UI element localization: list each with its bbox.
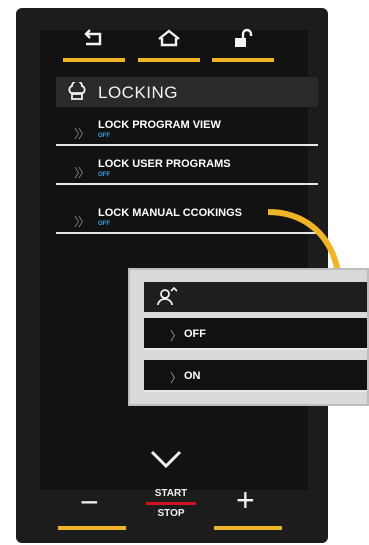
stop-label: STOP	[157, 508, 185, 519]
options-popup: 〉 OFF 〉 ON	[128, 268, 369, 406]
option-label: ON	[184, 370, 201, 382]
start-label: START	[154, 488, 188, 499]
plus-label: +	[236, 482, 255, 518]
minus-label: −	[80, 484, 99, 520]
option-divider	[144, 348, 367, 350]
option-off[interactable]: 〉 OFF	[144, 318, 367, 350]
start-stop-divider	[146, 502, 196, 505]
option-on[interactable]: 〉 ON	[144, 360, 367, 392]
option-label: OFF	[184, 328, 206, 340]
popup-header	[144, 282, 367, 312]
plus-underline	[214, 526, 282, 530]
option-divider	[144, 390, 367, 392]
minus-button[interactable]: −	[58, 480, 126, 530]
scroll-down-button[interactable]	[148, 448, 184, 475]
plus-button[interactable]: +	[214, 480, 282, 530]
chevron-down-icon	[148, 450, 184, 474]
start-stop-button[interactable]: START STOP	[140, 488, 202, 532]
chevron-right-icon: 〉	[170, 371, 183, 385]
user-lock-icon	[156, 286, 178, 312]
minus-underline	[58, 526, 126, 530]
chevron-right-icon: 〉	[170, 329, 183, 343]
